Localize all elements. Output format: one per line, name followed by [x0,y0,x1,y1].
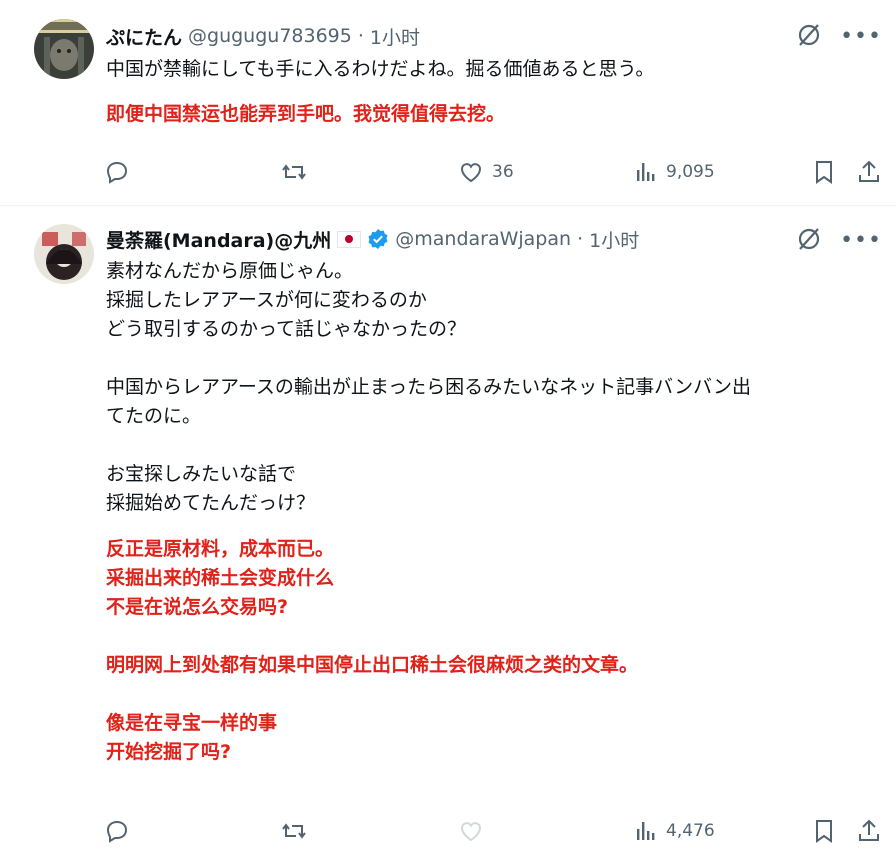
translation-line: 像是在寻宝一样的事 [106,712,278,734]
text-line: 中国からレアアースの輸出が止まったら困るみたいなネット記事バンバン出 [106,376,752,398]
views-button[interactable]: 9,095 [634,155,715,189]
avatar[interactable] [34,224,94,284]
grok-icon[interactable] [796,226,822,256]
tweet-1[interactable]: ぷにたん @gugugu783695 · 1小时 ••• 中国が禁輸にしても手に… [0,0,896,206]
separator: · [577,228,584,250]
tweet-header: 曼荼羅(Mandara)@九州 @mandaraWjapan · 1小时 [106,224,639,254]
text-line: てたのに。 [106,405,202,427]
like-icon [458,818,484,844]
view-count: 4,476 [666,821,715,841]
like-button[interactable] [458,814,484,848]
views-icon [634,159,658,185]
text-line: お宝探しみたいな話で [106,463,297,485]
like-icon [458,159,484,185]
bookmark-button[interactable] [812,814,836,848]
reply-button[interactable] [104,814,130,848]
share-icon [856,159,882,185]
share-icon [856,818,882,844]
more-icon[interactable]: ••• [840,26,882,48]
timestamp[interactable]: 1小时 [589,226,639,253]
tweet-top-actions: ••• [796,226,882,256]
like-count: 36 [492,162,514,182]
share-button[interactable] [856,155,882,189]
translation-line: 采掘出来的稀土会变成什么 [106,567,335,589]
avatar[interactable] [34,19,94,79]
author-name[interactable]: ぷにたん [106,23,182,50]
views-icon [634,818,658,844]
reply-icon [104,818,130,844]
grok-icon[interactable] [796,22,822,52]
tweet-2[interactable]: 曼荼羅(Mandara)@九州 @mandaraWjapan · 1小时 •••… [0,206,896,864]
text-line: どう取引するのかって話じゃなかったの？ [106,318,467,340]
reply-button[interactable] [104,155,130,189]
author-name[interactable]: 曼荼羅(Mandara)@九州 [106,226,331,253]
verified-icon [367,228,389,250]
share-button[interactable] [856,814,882,848]
translation-line: 反正是原材料，成本而已。 [106,538,335,560]
separator: · [357,25,364,47]
text-line: 中国が禁輸にしても手に入るわけだよね。掘る価値あると思う。 [106,58,655,80]
bookmark-button[interactable] [812,155,836,189]
reply-icon [104,159,130,185]
retweet-icon [280,818,308,844]
text-line: 素材なんだから原価じゃん。 [106,260,354,282]
text-line: 採掘始めてたんだっけ？ [106,492,316,514]
retweet-button[interactable] [280,814,308,848]
author-handle[interactable]: @gugugu783695 [188,25,352,47]
timestamp[interactable]: 1小时 [370,23,420,50]
author-handle[interactable]: @mandaraWjapan [395,228,571,250]
tweet-text: 中国が禁輸にしても手に入るわけだよね。掘る価値あると思う。 即便中国禁运也能弄到… [106,55,886,129]
translation-line: 明明网上到处都有如果中国停止出口稀土会很麻烦之类的文章。 [106,654,639,676]
more-icon[interactable]: ••• [840,230,882,252]
tweet-header: ぷにたん @gugugu783695 · 1小时 [106,21,420,51]
views-button[interactable]: 4,476 [634,814,715,848]
translation-line: 不是在说怎么交易吗? [106,596,289,618]
retweet-icon [280,159,308,185]
retweet-button[interactable] [280,155,308,189]
action-bar: 4,476 [104,814,884,848]
bookmark-icon [812,818,836,844]
tweet-text: 素材なんだから原価じゃん。 採掘したレアアースが何に変わるのか どう取引するのか… [106,257,886,767]
view-count: 9,095 [666,162,715,182]
japan-flag-icon [337,230,362,248]
like-button[interactable]: 36 [458,155,514,189]
bookmark-icon [812,159,836,185]
tweet-top-actions: ••• [796,22,882,52]
translation-line: 开始挖掘了吗? [106,741,232,763]
action-bar: 36 9,095 [104,155,884,189]
translation-line: 即便中国禁运也能弄到手吧。我觉得值得去挖。 [106,103,506,125]
text-line: 採掘したレアアースが何に変わるのか [106,289,427,311]
